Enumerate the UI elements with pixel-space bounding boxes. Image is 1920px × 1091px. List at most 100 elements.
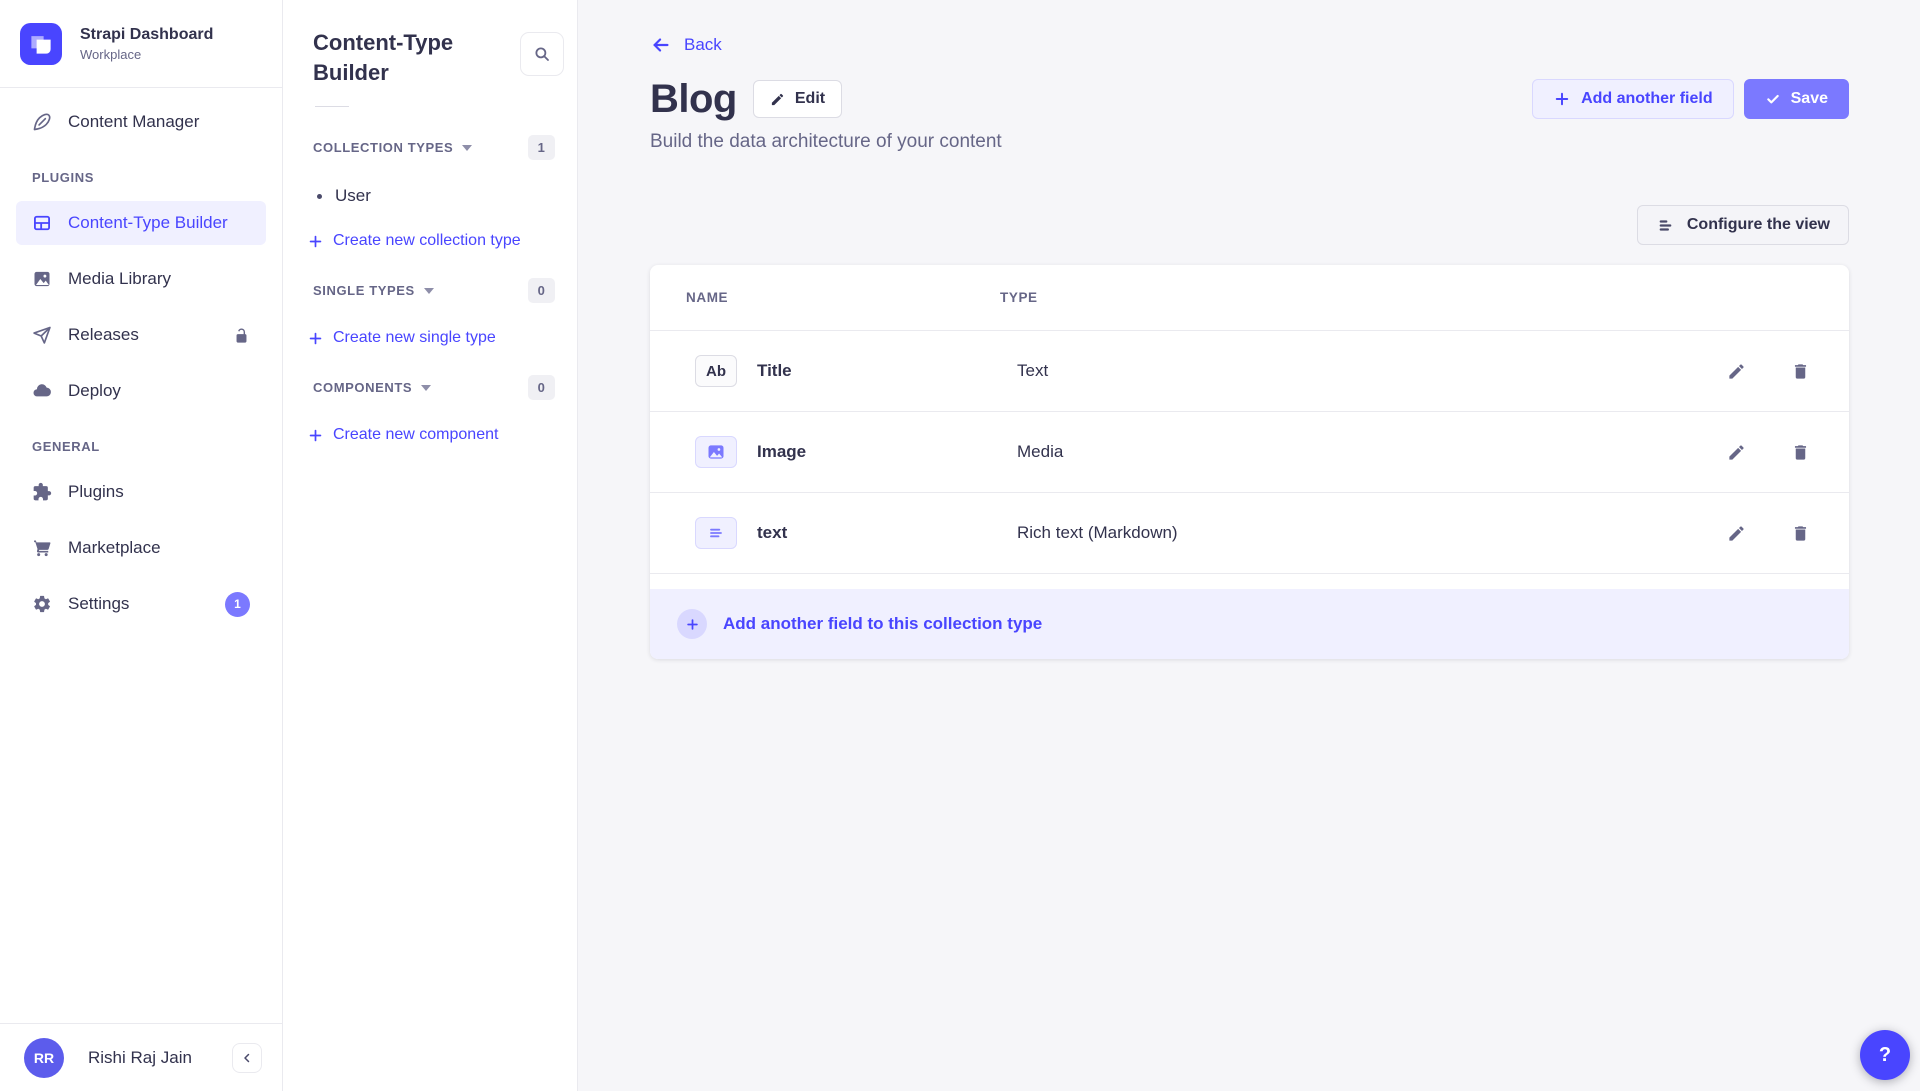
main-sidebar: Strapi Dashboard Workplace Content Manag… [0, 0, 283, 1091]
group-count-badge: 1 [528, 135, 555, 160]
group-label: COLLECTION TYPES [313, 140, 453, 155]
pencil-icon [1727, 443, 1746, 462]
help-button[interactable]: ? [1860, 1030, 1910, 1080]
group-components[interactable]: COMPONENTS 0 [313, 375, 563, 400]
column-header-name: NAME [650, 290, 1000, 305]
brand-subtitle: Workplace [80, 47, 213, 62]
plus-icon [1553, 90, 1571, 108]
delete-field-button[interactable] [1791, 524, 1810, 543]
field-type: Text [1017, 361, 1048, 381]
table-header: NAME TYPE [650, 265, 1849, 331]
add-another-field-button[interactable]: Add another field [1532, 79, 1734, 119]
sidebar-item-plugins[interactable]: Plugins [16, 470, 266, 514]
create-link-label: Create new component [333, 426, 498, 444]
sidebar-item-deploy[interactable]: Deploy [16, 369, 266, 413]
create-collection-type-link[interactable]: Create new collection type [307, 232, 563, 250]
pencil-icon [1727, 362, 1746, 381]
field-name: text [757, 523, 1017, 543]
fields-table: NAME TYPE Ab Title Text [650, 265, 1849, 659]
search-button[interactable] [520, 32, 564, 76]
group-label: SINGLE TYPES [313, 283, 415, 298]
page-title: Blog [650, 77, 737, 122]
add-field-row[interactable]: Add another field to this collection typ… [650, 589, 1849, 659]
strapi-logo-icon [20, 23, 62, 65]
sidebar-item-label: Media Library [68, 269, 171, 289]
settings-notification-badge: 1 [225, 592, 250, 617]
text-field-icon: Ab [695, 355, 737, 387]
user-footer: RR Rishi Raj Jain [0, 1023, 282, 1091]
table-row[interactable]: Image Media [650, 412, 1849, 493]
arrow-left-icon [650, 34, 672, 56]
chevron-left-icon [241, 1052, 253, 1064]
create-single-type-link[interactable]: Create new single type [307, 329, 563, 347]
save-button[interactable]: Save [1744, 79, 1849, 119]
configure-view-button[interactable]: Configure the view [1637, 205, 1849, 245]
plugin-title: Content-Type Builder [313, 28, 483, 88]
filter-lines-icon [1656, 216, 1675, 235]
sidebar-item-releases[interactable]: Releases [16, 313, 266, 357]
group-collection-types[interactable]: COLLECTION TYPES 1 [313, 135, 563, 160]
plugin-sidebar: Content-Type Builder COLLECTION TYPES 1 … [283, 0, 578, 1091]
plugins-section-heading: PLUGINS [16, 170, 266, 185]
create-link-label: Create new single type [333, 329, 496, 347]
shopping-cart-icon [32, 538, 52, 558]
edit-field-button[interactable] [1727, 524, 1746, 543]
collection-type-label: User [335, 186, 371, 206]
plus-icon [307, 330, 324, 347]
field-type: Media [1017, 442, 1063, 462]
sidebar-item-label: Releases [68, 325, 139, 345]
search-icon [533, 45, 551, 63]
collapse-sidebar-button[interactable] [232, 1043, 262, 1073]
table-row[interactable]: Ab Title Text [650, 331, 1849, 412]
general-section-heading: GENERAL [16, 439, 266, 454]
chevron-down-icon [424, 288, 434, 294]
header-actions: Add another field Save [1532, 79, 1849, 119]
plus-icon [307, 427, 324, 444]
sidebar-item-label: Plugins [68, 482, 124, 502]
delete-field-button[interactable] [1791, 362, 1810, 381]
bullet-icon [317, 194, 322, 199]
group-count-badge: 0 [528, 278, 555, 303]
edit-field-button[interactable] [1727, 362, 1746, 381]
feather-pen-icon [32, 112, 52, 132]
back-link[interactable]: Back [650, 34, 722, 56]
richtext-field-icon [695, 517, 737, 549]
table-row[interactable]: text Rich text (Markdown) [650, 493, 1849, 574]
lock-icon [233, 327, 250, 344]
sidebar-item-label: Deploy [68, 381, 121, 401]
sidebar-item-label: Settings [68, 594, 129, 614]
group-single-types[interactable]: SINGLE TYPES 0 [313, 278, 563, 303]
edit-field-button[interactable] [1727, 443, 1746, 462]
delete-field-button[interactable] [1791, 443, 1810, 462]
plus-circle-icon [677, 609, 707, 639]
avatar: RR [24, 1038, 64, 1078]
sidebar-item-content-type-builder[interactable]: Content-Type Builder [16, 201, 266, 245]
collection-type-item-user[interactable]: User [317, 186, 563, 206]
group-count-badge: 0 [528, 375, 555, 400]
plus-icon [307, 233, 324, 250]
sidebar-item-marketplace[interactable]: Marketplace [16, 526, 266, 570]
create-link-label: Create new collection type [333, 232, 521, 250]
save-label: Save [1791, 90, 1828, 108]
brand-title: Strapi Dashboard [80, 25, 213, 46]
edit-button[interactable]: Edit [753, 80, 842, 118]
field-type: Rich text (Markdown) [1017, 523, 1178, 543]
gear-icon [32, 594, 52, 614]
cloud-icon [32, 381, 52, 401]
page-subtitle: Build the data architecture of your cont… [650, 131, 1849, 153]
chevron-down-icon [421, 385, 431, 391]
group-label: COMPONENTS [313, 380, 412, 395]
sidebar-item-settings[interactable]: Settings 1 [16, 582, 266, 626]
sidebar-item-media-library[interactable]: Media Library [16, 257, 266, 301]
field-name: Title [757, 361, 1017, 381]
create-component-link[interactable]: Create new component [307, 426, 563, 444]
main-content: Back Blog Edit Add another field Save Bu… [578, 0, 1920, 1091]
chevron-down-icon [462, 145, 472, 151]
divider [315, 106, 349, 107]
trash-icon [1791, 362, 1810, 381]
check-icon [1765, 91, 1781, 107]
sidebar-item-content-manager[interactable]: Content Manager [16, 100, 266, 144]
add-field-label: Add another field [1581, 90, 1713, 108]
user-name: Rishi Raj Jain [88, 1048, 192, 1068]
pencil-icon [770, 92, 785, 107]
